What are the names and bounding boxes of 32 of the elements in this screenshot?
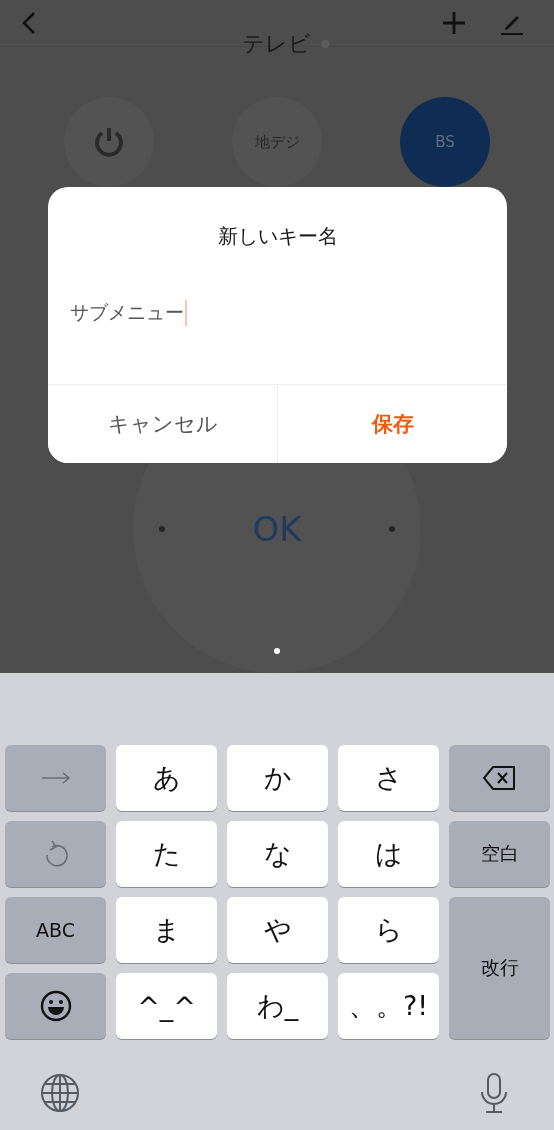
key[interactable]: ま	[116, 897, 217, 963]
input-field[interactable]: サブメニュー	[70, 300, 187, 326]
key[interactable]: や	[227, 897, 328, 963]
backspace-key[interactable]	[449, 745, 550, 811]
return-key[interactable]: 改行	[449, 897, 550, 1039]
key[interactable]: 、。?!	[338, 973, 439, 1039]
key[interactable]: 空白	[449, 821, 550, 887]
plus-icon[interactable]	[442, 11, 466, 35]
key[interactable]: な	[227, 821, 328, 887]
key[interactable]: ^_^	[116, 973, 217, 1039]
key[interactable]: わ_	[227, 973, 328, 1039]
key[interactable]: ら	[338, 897, 439, 963]
key[interactable]: は	[338, 821, 439, 887]
key[interactable]: か	[227, 745, 328, 811]
dialog-title: 新しいキー名	[217, 223, 338, 250]
microphone-icon[interactable]	[479, 1072, 509, 1114]
globe-icon[interactable]	[40, 1073, 80, 1113]
smiley-icon	[39, 990, 72, 1022]
undo-key[interactable]	[5, 821, 106, 887]
text-caret	[185, 300, 187, 326]
down-dot-icon	[274, 648, 280, 654]
key[interactable]: た	[116, 821, 217, 887]
emoji-key[interactable]	[5, 973, 106, 1039]
key[interactable]: さ	[338, 745, 439, 811]
arrow-right-icon	[40, 772, 71, 784]
right-dot-icon	[389, 526, 395, 532]
key[interactable]: ABC	[5, 897, 106, 963]
key[interactable]: あ	[116, 745, 217, 811]
backspace-icon	[482, 765, 517, 791]
back-icon[interactable]	[22, 11, 36, 35]
power-icon	[92, 125, 126, 159]
left-dot-icon	[159, 526, 165, 532]
